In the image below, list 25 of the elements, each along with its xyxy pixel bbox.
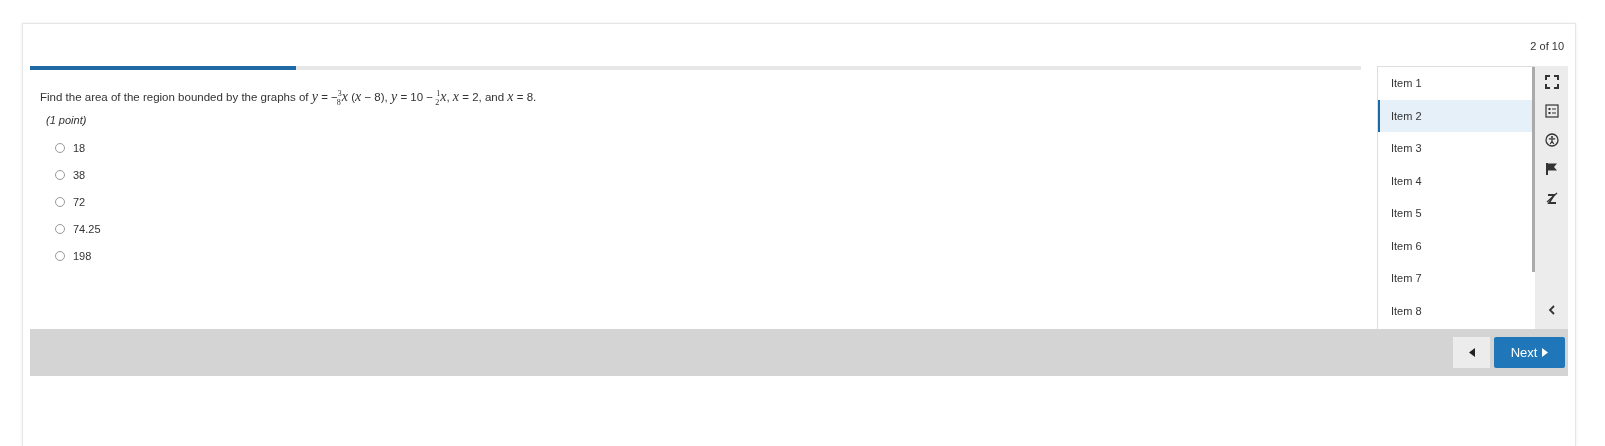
answer-option[interactable]: 18 xyxy=(73,141,86,154)
item-link[interactable]: Item 7 xyxy=(1378,262,1535,295)
previous-button[interactable] xyxy=(1453,337,1490,368)
fullscreen-icon[interactable] xyxy=(1544,75,1559,89)
item-link[interactable]: Item 4 xyxy=(1378,164,1535,197)
item-link[interactable]: Item 2 xyxy=(1378,99,1535,132)
strikethrough-icon[interactable] xyxy=(1544,191,1559,205)
accessibility-icon[interactable] xyxy=(1544,133,1559,147)
item-link[interactable]: Item 8 xyxy=(1378,294,1535,327)
answer-option[interactable]: 74.25 xyxy=(73,222,101,235)
item-link[interactable]: Item 1 xyxy=(1378,67,1535,100)
triangle-right-icon xyxy=(1542,348,1549,357)
points-label: (1 point) xyxy=(46,114,88,126)
flag-icon[interactable] xyxy=(1544,162,1559,176)
answer-option[interactable]: 72 xyxy=(73,195,86,208)
scrollbar[interactable] xyxy=(1532,67,1535,272)
question-counter: 2 of 10 xyxy=(1530,40,1564,52)
answer-option[interactable]: 38 xyxy=(73,168,86,181)
next-button[interactable]: Next xyxy=(1494,337,1565,368)
triangle-left-icon xyxy=(1468,348,1475,357)
answer-option[interactable]: 198 xyxy=(73,249,92,262)
item-link[interactable]: Item 6 xyxy=(1378,229,1535,262)
item-link[interactable]: Item 3 xyxy=(1378,132,1535,165)
list-icon[interactable] xyxy=(1544,104,1559,118)
item-link[interactable]: Item 5 xyxy=(1378,197,1535,230)
